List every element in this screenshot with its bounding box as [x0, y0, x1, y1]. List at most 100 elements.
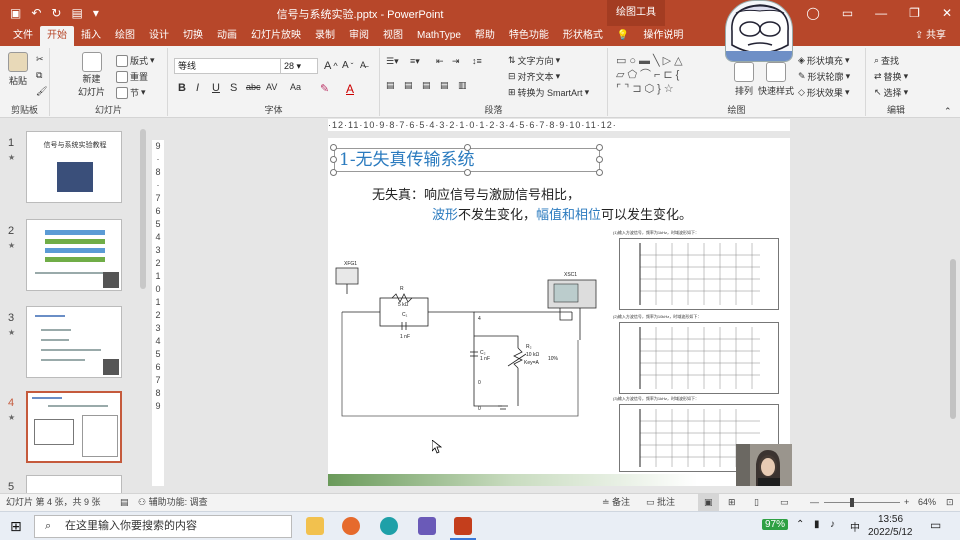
edge-icon[interactable] — [380, 517, 398, 535]
vertical-scrollbar[interactable] — [948, 119, 958, 493]
replace-button[interactable]: ⇄ 替换 ▾ — [874, 70, 908, 83]
spellcheck-icon[interactable]: ▤ — [120, 494, 129, 511]
arrange-button[interactable]: 排列 — [734, 62, 754, 97]
taskbar-search-input[interactable]: ⌕ 在这里输入你要搜索的内容 — [34, 515, 292, 538]
thumbnail-slide-2[interactable]: 2 ★ — [0, 215, 140, 295]
shape-outline-button[interactable]: ✎ 形状轮廓 ▾ — [798, 70, 850, 83]
notes-button[interactable]: ≐ 备注 — [602, 494, 630, 511]
network-icon[interactable]: ▮ — [814, 519, 820, 530]
align-left-icon[interactable]: ▤ — [386, 80, 395, 91]
find-button[interactable]: ⌕ 查找 — [874, 54, 899, 67]
resize-handle[interactable] — [596, 156, 603, 163]
strikethrough-button[interactable]: abc — [246, 82, 261, 92]
select-button[interactable]: ↖ 选择 ▾ — [874, 86, 908, 99]
resize-handle[interactable] — [464, 144, 471, 151]
highlight-icon[interactable]: ✎ — [320, 82, 329, 95]
ime-mode-indicator[interactable]: 中 — [850, 519, 860, 534]
italic-button[interactable]: I — [196, 82, 199, 94]
font-color-button[interactable]: A — [346, 82, 354, 96]
firefox-icon[interactable] — [342, 517, 360, 535]
clock-date[interactable]: 2022/5/12 — [868, 527, 913, 538]
justify-icon[interactable]: ▤ — [440, 80, 449, 91]
accessibility-status[interactable]: ⚇ 辅助功能: 调查 — [138, 494, 208, 511]
thumbnail-slide-3[interactable]: 3 ★ — [0, 302, 140, 382]
powerpoint-icon[interactable] — [454, 517, 472, 535]
change-case-button[interactable]: Aa — [290, 82, 301, 92]
tab-shape-format[interactable]: 形状格式 — [556, 26, 610, 46]
user-avatar-icon[interactable]: ◯ — [806, 0, 819, 26]
slideshow-icon[interactable]: ▭ — [780, 494, 789, 511]
tab-home[interactable]: 开始 — [40, 26, 74, 46]
normal-view-icon[interactable]: ▣ — [698, 494, 719, 511]
resize-handle[interactable] — [464, 169, 471, 176]
decrease-indent-icon[interactable]: ⇤ — [436, 56, 444, 67]
paste-button[interactable]: 粘贴 — [8, 52, 28, 87]
battery-indicator[interactable]: 97% — [762, 519, 789, 530]
align-center-icon[interactable]: ▤ — [404, 80, 413, 91]
bold-button[interactable]: B — [178, 82, 186, 94]
text-direction-button[interactable]: ⇅ 文字方向 ▾ — [508, 54, 560, 67]
shape-fill-button[interactable]: ◈ 形状填充 ▾ — [798, 54, 849, 67]
quick-styles-button[interactable]: 快速样式 — [758, 62, 794, 97]
app-icon[interactable] — [418, 517, 436, 535]
scroll-thumb[interactable] — [950, 259, 956, 419]
columns-icon[interactable]: ▥ — [458, 80, 467, 91]
thumbnail-slide-1[interactable]: 1 ★ 信号与系统实验教程 — [0, 127, 140, 207]
thumbnail-scrollbar[interactable] — [140, 129, 146, 289]
tab-draw[interactable]: 绘图 — [108, 26, 142, 46]
grow-font-icon[interactable]: A ^ — [324, 60, 338, 72]
tell-me-search[interactable]: 操作说明 — [636, 26, 690, 46]
share-button[interactable]: ⇪ 共享 — [915, 26, 946, 46]
align-right-icon[interactable]: ▤ — [422, 80, 431, 91]
resize-handle[interactable] — [330, 156, 337, 163]
volume-icon[interactable]: ♪ — [830, 519, 835, 530]
line-spacing-icon[interactable]: ↕≡ — [472, 56, 482, 66]
slide-sorter-icon[interactable]: ⊞ — [728, 494, 736, 511]
file-explorer-icon[interactable] — [306, 517, 324, 535]
tab-view[interactable]: 视图 — [376, 26, 410, 46]
clock-time[interactable]: 13:56 — [878, 514, 903, 525]
slide-thumbnail-panel[interactable]: 1 ★ 信号与系统实验教程 2 ★ 3 ★ 4 ★ 5 — [0, 119, 148, 493]
tab-animations[interactable]: 动画 — [210, 26, 244, 46]
windows-start-icon[interactable]: ⊞ — [10, 518, 22, 535]
underline-button[interactable]: U — [212, 82, 220, 94]
shrink-font-icon[interactable]: Aˇ — [342, 60, 353, 71]
slide-counter[interactable]: 幻灯片 第 4 张，共 9 张 — [6, 494, 101, 511]
smartart-button[interactable]: ⊞ 转换为 SmartArt ▾ — [508, 86, 589, 99]
shadow-button[interactable]: S — [230, 82, 237, 94]
numbering-icon[interactable]: ≡▾ — [410, 56, 420, 67]
tab-file[interactable]: 文件 — [6, 26, 40, 46]
tab-insert[interactable]: 插入 — [74, 26, 108, 46]
increase-indent-icon[interactable]: ⇥ — [452, 56, 460, 67]
tab-record[interactable]: 录制 — [308, 26, 342, 46]
thumbnail-slide-4[interactable]: 4 ★ — [0, 387, 140, 467]
current-slide[interactable]: 1-无失真传输系统 无失真：响应信号与激励信号相比， 波形不发生变化，幅值和相位… — [328, 138, 790, 486]
tab-transitions[interactable]: 切换 — [176, 26, 210, 46]
cut-icon[interactable]: ✂ — [36, 54, 44, 65]
format-painter-icon[interactable]: 🖌 — [36, 86, 47, 97]
notification-icon[interactable]: ▭ — [930, 518, 941, 532]
resize-handle[interactable] — [596, 169, 603, 176]
zoom-slider-thumb[interactable] — [850, 498, 854, 507]
clear-format-icon[interactable]: A̶ — [360, 60, 366, 70]
copy-icon[interactable]: ⧉ — [36, 70, 42, 81]
tab-special[interactable]: 特色功能 — [502, 26, 556, 46]
zoom-slider[interactable] — [824, 498, 900, 507]
section-button[interactable]: 节 ▾ — [116, 86, 146, 99]
collapse-ribbon-icon[interactable]: ⌃ — [944, 106, 952, 117]
fit-to-window-icon[interactable]: ⊡ — [946, 494, 954, 511]
thumbnail-slide-5[interactable]: 5 — [0, 471, 140, 493]
font-size-input[interactable]: 28 ▾ — [280, 58, 318, 74]
reading-view-icon[interactable]: ▯ — [754, 494, 759, 511]
tab-slideshow[interactable]: 幻灯片放映 — [244, 26, 308, 46]
close-icon[interactable]: ✕ — [942, 0, 952, 26]
font-name-input[interactable]: 等线 — [174, 58, 282, 74]
restore-icon[interactable]: ❐ — [909, 0, 920, 26]
tab-review[interactable]: 审阅 — [342, 26, 376, 46]
resize-handle[interactable] — [330, 144, 337, 151]
comments-button[interactable]: ▭ 批注 — [646, 494, 675, 511]
zoom-level[interactable]: 64% — [918, 494, 936, 511]
tab-help[interactable]: 帮助 — [468, 26, 502, 46]
minimize-icon[interactable]: — — [875, 0, 887, 26]
bullets-icon[interactable]: ☰▾ — [386, 56, 399, 67]
